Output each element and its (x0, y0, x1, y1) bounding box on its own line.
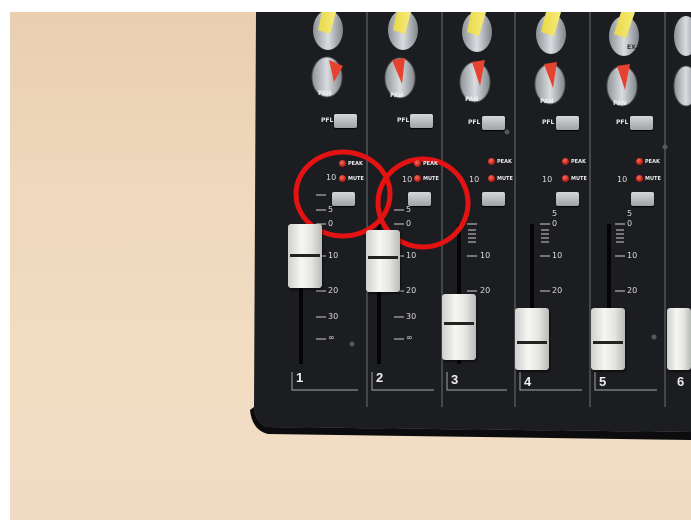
pan-label-3: PAN (465, 96, 479, 103)
channel-fader-6[interactable] (667, 308, 691, 370)
scale-10b-ch4: 10 (552, 251, 563, 260)
scale-5-ch4: 5 (552, 209, 558, 218)
scale-10b-ch1: 10 (328, 251, 339, 260)
peak-led-3 (488, 158, 495, 165)
channel-fader-2[interactable] (366, 230, 400, 292)
scale-20-ch3: 20 (480, 286, 491, 295)
mute-button-3[interactable] (482, 192, 505, 206)
mute-label-2: MUTE (423, 176, 439, 182)
channel-number-2: 2 (376, 370, 384, 385)
scale-20-ch2: 20 (406, 286, 417, 295)
mute-led-4 (562, 175, 569, 182)
pfl-label-1: PFL (321, 117, 334, 124)
pan-label-4: PAN (540, 98, 554, 105)
peak-led-1 (339, 160, 346, 167)
photo-frame: PAN PAN PAN PAN PAN PFL PFL PFL PFL PFL … (0, 0, 691, 520)
eq-label: EX (627, 44, 636, 51)
peak-led-5 (636, 158, 643, 165)
scale-10b-ch2: 10 (406, 251, 417, 260)
scale-10b-ch3: 10 (480, 251, 491, 260)
pan-label-2: PAN (390, 92, 404, 99)
channel-fader-1[interactable] (288, 224, 322, 288)
channel-number-5: 5 (599, 374, 607, 389)
pfl-button-3[interactable] (482, 116, 505, 130)
peak-label-1: PEAK (348, 161, 363, 167)
scale-10b-ch5: 10 (627, 251, 638, 260)
peak-label-2: PEAK (423, 161, 438, 167)
peak-led-4 (562, 158, 569, 165)
mute-label-4: MUTE (571, 176, 587, 182)
pfl-label-2: PFL (397, 117, 410, 124)
pfl-button-2[interactable] (410, 114, 433, 128)
mute-label-3: MUTE (497, 176, 513, 182)
scale-30-ch1: 30 (328, 312, 339, 321)
scale-0-ch4: 0 (552, 219, 558, 228)
scale-0-ch2: 0 (406, 219, 412, 228)
pfl-button-4[interactable] (556, 116, 579, 130)
scale-inf-ch1: ∞ (328, 333, 335, 342)
pan-label-5: PAN (613, 100, 627, 107)
peak-label-4: PEAK (571, 159, 586, 165)
mute-led-5 (636, 175, 643, 182)
pfl-label-4: PFL (542, 119, 555, 126)
channel-fader-4[interactable] (515, 308, 549, 370)
mute-button-5[interactable] (631, 192, 654, 206)
channel-number-4: 4 (524, 374, 532, 389)
pfl-label-5: PFL (616, 119, 629, 126)
pan-label-1: PAN (318, 90, 332, 97)
mute-label-5: MUTE (645, 176, 661, 182)
mute-led-2 (414, 175, 421, 182)
scale-0-ch1: 0 (328, 219, 334, 228)
channel-fader-3[interactable] (442, 294, 476, 360)
mute-button-4[interactable] (556, 192, 579, 206)
mute-label-1: MUTE (348, 176, 364, 182)
mute-led-3 (488, 175, 495, 182)
scale-10-ch3: 10 (469, 175, 480, 184)
scale-20-ch4: 20 (552, 286, 563, 295)
mixer-photo: PAN PAN PAN PAN PAN PFL PFL PFL PFL PFL … (10, 12, 691, 520)
pfl-label-3: PFL (468, 119, 481, 126)
scale-20-ch5: 20 (627, 286, 638, 295)
channel-number-1: 1 (296, 370, 304, 385)
scale-10-ch5: 10 (617, 175, 628, 184)
channel-number-6: 6 (677, 374, 685, 389)
scale-10-ch1: 10 (326, 173, 337, 182)
mixer-illustration (250, 12, 691, 440)
peak-label-3: PEAK (497, 159, 512, 165)
scale-0-ch5: 0 (627, 219, 633, 228)
scale-10-ch2: 10 (402, 175, 413, 184)
peak-label-5: PEAK (645, 159, 660, 165)
scale-10-ch4: 10 (542, 175, 553, 184)
mute-button-2[interactable] (408, 192, 431, 206)
scale-inf-ch2: ∞ (406, 333, 413, 342)
scale-20-ch1: 20 (328, 286, 339, 295)
mute-button-1[interactable] (332, 192, 355, 206)
channel-fader-5[interactable] (591, 308, 625, 370)
mute-led-1 (339, 175, 346, 182)
scale-5-ch1: 5 (328, 205, 334, 214)
scale-30-ch2: 30 (406, 312, 417, 321)
peak-led-2 (414, 160, 421, 167)
pfl-button-1[interactable] (334, 114, 357, 128)
scale-5-ch2: 5 (406, 205, 412, 214)
channel-number-3: 3 (451, 372, 459, 387)
scale-5-ch5: 5 (627, 209, 633, 218)
pfl-button-5[interactable] (630, 116, 653, 130)
